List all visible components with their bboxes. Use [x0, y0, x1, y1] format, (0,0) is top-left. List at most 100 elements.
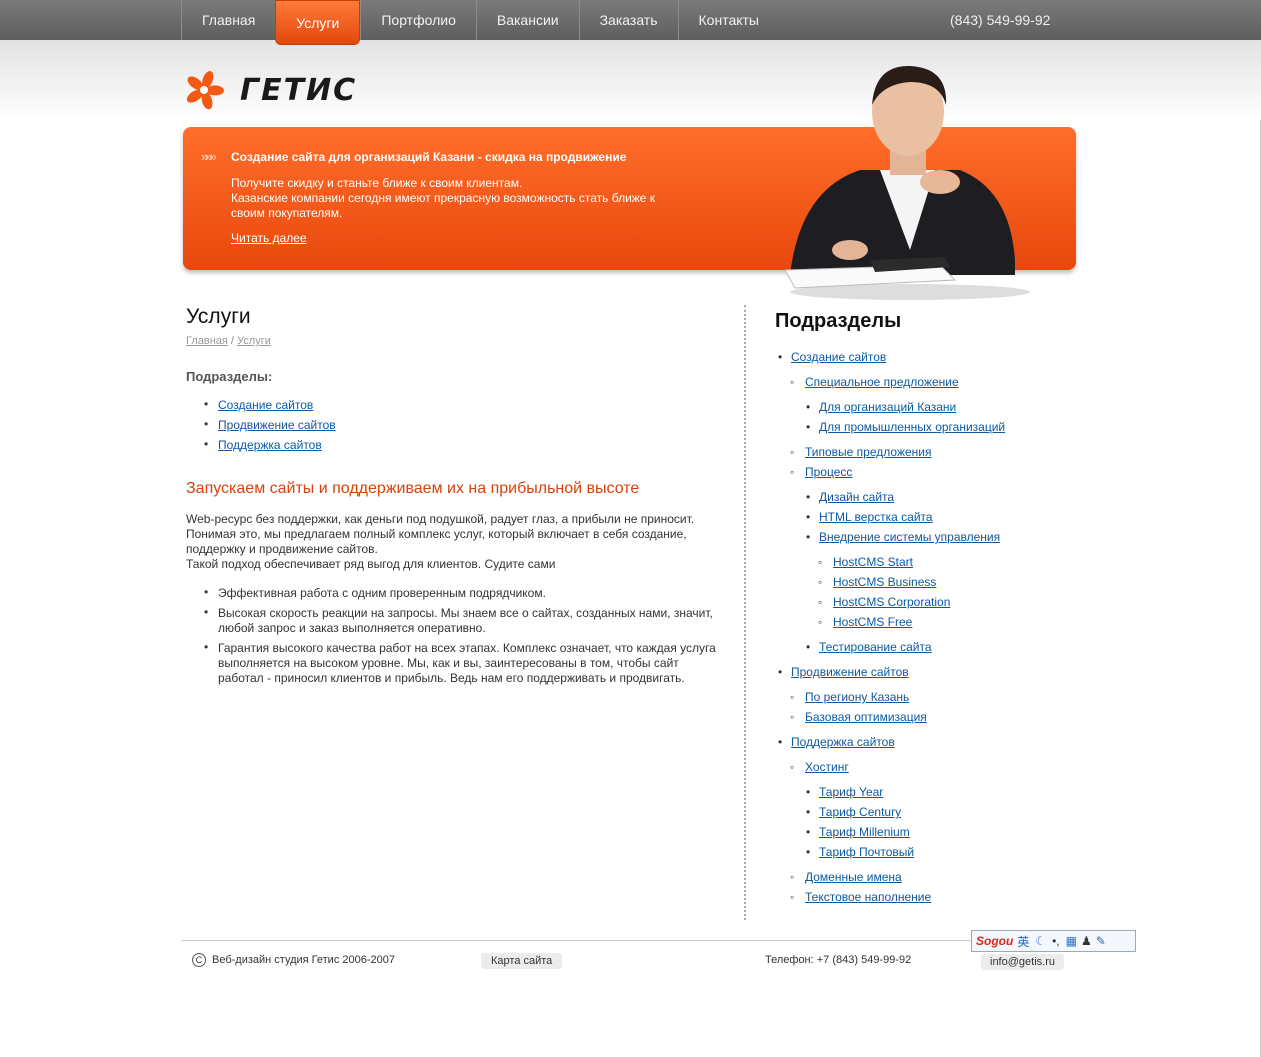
tree-link[interactable]: Тариф Millenium: [819, 825, 910, 839]
tree-link[interactable]: Внедрение системы управления: [819, 530, 1000, 544]
tree-item: По региону Казань: [775, 687, 1055, 707]
tree-item: Внедрение системы управления: [775, 527, 1055, 547]
tree-link[interactable]: HostCMS Corporation: [833, 595, 950, 609]
breadcrumb: Главная / Услуги: [186, 335, 716, 347]
breadcrumb-separator: /: [227, 335, 238, 347]
tree-item: Тариф Century: [775, 802, 1055, 822]
tree-item: Доменные имена: [775, 867, 1055, 887]
benefit-item: Гарантия высокого качества работ на всех…: [204, 640, 716, 686]
tree-link[interactable]: Дизайн сайта: [819, 490, 894, 504]
tree-link[interactable]: Тариф Year: [819, 785, 883, 799]
tree-link[interactable]: Создание сайтов: [791, 350, 886, 364]
tree-link[interactable]: Процесс: [805, 465, 852, 479]
main-menu: Главная Услуги Портфолио Вакансии Заказать Ко…: [181, 0, 779, 45]
nav-item[interactable]: Вакансии: [475, 0, 579, 40]
banner-line: Казанские компании сегодня имеют прекрас…: [231, 191, 656, 220]
nav-item[interactable]: Заказать: [578, 0, 678, 40]
sidebar: Подразделы Создание сайтов Специальное пр…: [775, 310, 1055, 907]
tree-item: HTML верстка сайта: [775, 507, 1055, 527]
email-button[interactable]: info@getis.ru: [981, 954, 1064, 970]
businessman-photo: [784, 65, 1030, 300]
tree-link[interactable]: Текстовое наполнение: [805, 890, 931, 904]
nav-item[interactable]: Главная: [181, 0, 275, 40]
tree-item: Специальное предложение: [775, 372, 1055, 392]
nav-item[interactable]: Контакты: [677, 0, 779, 40]
paragraph-text: Web-ресурс без поддержки, как деньги под…: [186, 512, 695, 556]
tree-item: Дизайн сайта: [775, 487, 1055, 507]
tree-link[interactable]: Для промышленных организаций: [819, 420, 1005, 434]
tree-link[interactable]: По региону Казань: [805, 690, 909, 704]
tree-item: Тестирование сайта: [775, 637, 1055, 657]
sidebar-tree: Создание сайтов Специальное предложение Дл…: [775, 347, 1055, 907]
tree-link[interactable]: Для организаций Казани: [819, 400, 956, 414]
sitemap-button[interactable]: Карта сайта: [481, 953, 563, 969]
flower-logo-icon: [186, 71, 224, 110]
tree-link[interactable]: Тариф Почтовый: [819, 845, 914, 859]
benefit-item: Высокая скорость реакции на запросы. Мы …: [204, 605, 716, 636]
intro-paragraph: Web-ресурс без поддержки, как деньги под…: [186, 512, 716, 572]
banner-title: Создание сайта для организаций Казани - …: [231, 150, 627, 164]
list-item: Поддержка сайтов: [204, 437, 716, 452]
punctuation-icon[interactable]: •,: [1052, 934, 1060, 948]
breadcrumb-current-link[interactable]: Услуги: [237, 335, 271, 347]
tree-link[interactable]: Типовые предложения: [805, 445, 931, 459]
tree-link[interactable]: Продвижение сайтов: [791, 665, 909, 679]
wrench-icon[interactable]: ✎: [1096, 934, 1106, 948]
main-content: Услуги Главная / Услуги Подразделы: Созд…: [186, 305, 716, 691]
benefit-item: Эффективная работа с одним проверенным п…: [204, 585, 716, 601]
tree-item: Тариф Почтовый: [775, 842, 1055, 862]
tree-item: Для промышленных организаций: [775, 417, 1055, 437]
tree-link[interactable]: Поддержка сайтов: [791, 735, 895, 749]
logo[interactable]: ГЕТИС: [180, 70, 357, 110]
list-item: Продвижение сайтов: [204, 417, 716, 432]
logo-text: ГЕТИС: [240, 72, 358, 108]
user-icon[interactable]: ♟: [1081, 934, 1092, 948]
header-phone: (843) 549-99-92: [950, 12, 1051, 28]
tree-item: HostCMS Free: [775, 612, 1055, 632]
keyboard-icon[interactable]: ▦: [1066, 934, 1077, 948]
ime-language[interactable]: 英: [1017, 933, 1029, 950]
banner-line: Получите скидку и станьте ближе к своим …: [231, 176, 523, 190]
ime-toolbar[interactable]: Sogou 英 ☾ •, ▦ ♟ ✎: [971, 930, 1136, 952]
tree-item: Текстовое наполнение: [775, 887, 1055, 907]
tree-link[interactable]: HostCMS Business: [833, 575, 936, 589]
subsection-link[interactable]: Поддержка сайтов: [218, 438, 322, 452]
list-item: Создание сайтов: [204, 397, 716, 412]
tree-item: Базовая оптимизация: [775, 707, 1055, 727]
benefits-list: Эффективная работа с одним проверенным п…: [204, 585, 716, 686]
nav-item[interactable]: Услуги: [275, 0, 361, 45]
copyright-text: Веб-дизайн студия Гетис 2006-2007: [212, 954, 395, 966]
nav-item[interactable]: Портфолио: [360, 0, 476, 40]
tree-link[interactable]: HostCMS Start: [833, 555, 913, 569]
subsection-link[interactable]: Продвижение сайтов: [218, 418, 336, 432]
tree-link[interactable]: Тестирование сайта: [819, 640, 932, 654]
tree-link[interactable]: HTML верстка сайта: [819, 510, 933, 524]
copyright: C Веб-дизайн студия Гетис 2006-2007: [192, 953, 395, 967]
subsections-heading: Подразделы:: [186, 369, 273, 384]
arrows-icon: »»»: [201, 149, 217, 164]
tree-link[interactable]: Доменные имена: [805, 870, 902, 884]
paragraph-text: Такой подход обеспечивает ряд выгод для …: [186, 557, 556, 571]
column-divider: [744, 305, 746, 920]
moon-icon[interactable]: ☾: [1035, 934, 1046, 948]
tree-item: Продвижение сайтов: [775, 662, 1055, 682]
tree-item: Поддержка сайтов: [775, 732, 1055, 752]
tree-link[interactable]: HostCMS Free: [833, 615, 912, 629]
tree-link[interactable]: Хостинг: [805, 760, 849, 774]
tree-item: Тариф Year: [775, 782, 1055, 802]
section-heading: Запускаем сайты и поддерживаем их на при…: [186, 480, 640, 497]
subsection-link[interactable]: Создание сайтов: [218, 398, 313, 412]
tree-item: Создание сайтов: [775, 347, 1055, 367]
tree-item: HostCMS Start: [775, 552, 1055, 572]
tree-item: HostCMS Business: [775, 572, 1055, 592]
footer-divider: [181, 940, 1076, 941]
tree-link[interactable]: Базовая оптимизация: [805, 710, 927, 724]
breadcrumb-home-link[interactable]: Главная: [186, 335, 228, 347]
tree-link[interactable]: Тариф Century: [819, 805, 901, 819]
tree-item: HostCMS Corporation: [775, 592, 1055, 612]
subsections-list: Создание сайтов Продвижение сайтов Поддерж…: [204, 397, 716, 452]
read-more-link[interactable]: Читать далее: [231, 231, 307, 245]
tree-item: Процесс: [775, 462, 1055, 482]
tree-link[interactable]: Специальное предложение: [805, 375, 959, 389]
copyright-icon: C: [192, 953, 206, 967]
